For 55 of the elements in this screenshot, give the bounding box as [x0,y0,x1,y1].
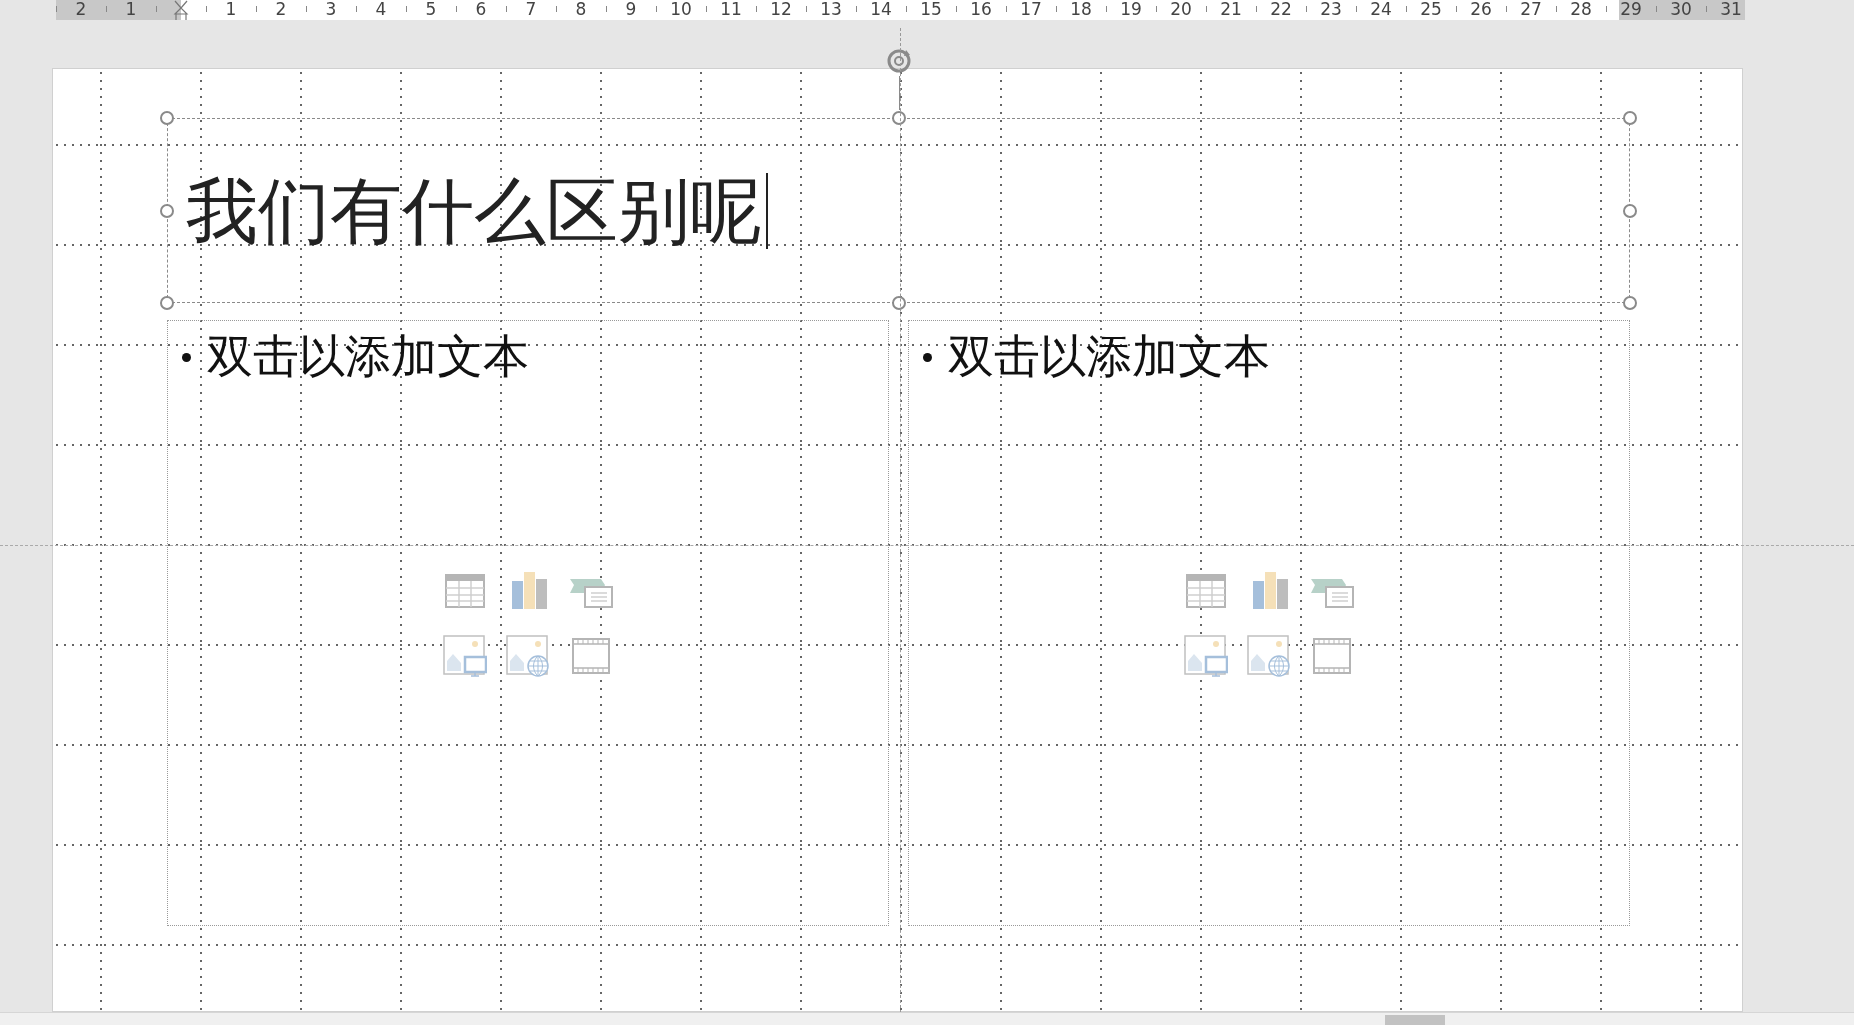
ruler-number: 27 [1520,0,1542,18]
placeholder-text: 双击以添加文本 [948,328,1270,385]
ruler-number: 8 [575,0,587,18]
resize-handle[interactable] [1623,203,1637,218]
ruler-number: 9 [625,0,637,18]
ruler-number: 25 [1420,0,1442,18]
ruler-number: 26 [1470,0,1492,18]
ruler-number: 22 [1270,0,1292,18]
ruler-number: 11 [720,0,742,18]
picture-monitor-icon[interactable] [443,633,487,677]
content-placeholder[interactable]: 双击以添加文本 [908,320,1630,926]
ruler-number: 12 [770,0,792,18]
resize-handle[interactable] [160,111,174,125]
ruler-number: 17 [1020,0,1042,18]
ruler-number: 6 [475,0,487,18]
ruler-number: 14 [870,0,892,18]
ruler-number: 10 [670,0,692,18]
ruler-number: 19 [1120,0,1142,18]
ruler-number: 1 [125,0,137,18]
ruler-number: 18 [1070,0,1092,18]
content-placeholder[interactable]: 双击以添加文本 [167,320,889,926]
ruler-number: 15 [920,0,942,18]
ruler-number: 1 [225,0,237,18]
indent-marker-icon[interactable] [173,0,189,20]
ruler-number: 2 [275,0,287,18]
resize-handle[interactable] [160,296,174,310]
bullet-icon [923,352,932,362]
resize-handle[interactable] [891,296,906,310]
scrollbar-thumb[interactable] [1385,1015,1445,1025]
resize-handle[interactable] [1623,296,1637,310]
picture-monitor-icon[interactable] [1184,633,1228,677]
ruler-number: 5 [425,0,437,18]
placeholder-text: 双击以添加文本 [207,328,529,385]
ruler-number: 28 [1570,0,1592,18]
ruler-number: 20 [1170,0,1192,18]
ruler-number: 7 [525,0,537,18]
ruler-number: 24 [1370,0,1392,18]
ruler-number: 16 [970,0,992,18]
ruler-number: 3 [325,0,337,18]
ruler-number: 4 [375,0,387,18]
ruler-number: 23 [1320,0,1342,18]
resize-handle[interactable] [160,203,174,218]
online-picture-icon[interactable] [1247,633,1291,677]
ruler-number: 29 [1620,0,1642,18]
ruler-number: 30 [1670,0,1692,18]
ruler-number: 2 [75,0,87,18]
ruler-number: 31 [1720,0,1742,18]
bullet-icon [182,352,191,362]
online-picture-icon[interactable] [506,633,550,677]
resize-handle[interactable] [1623,111,1637,125]
slide-title: 我们有什么区别呢 [186,174,762,247]
ruler-number: 21 [1220,0,1242,18]
resize-handle[interactable] [891,111,906,125]
horizontal-scrollbar[interactable] [0,1012,1854,1025]
ruler-number: 13 [820,0,842,18]
